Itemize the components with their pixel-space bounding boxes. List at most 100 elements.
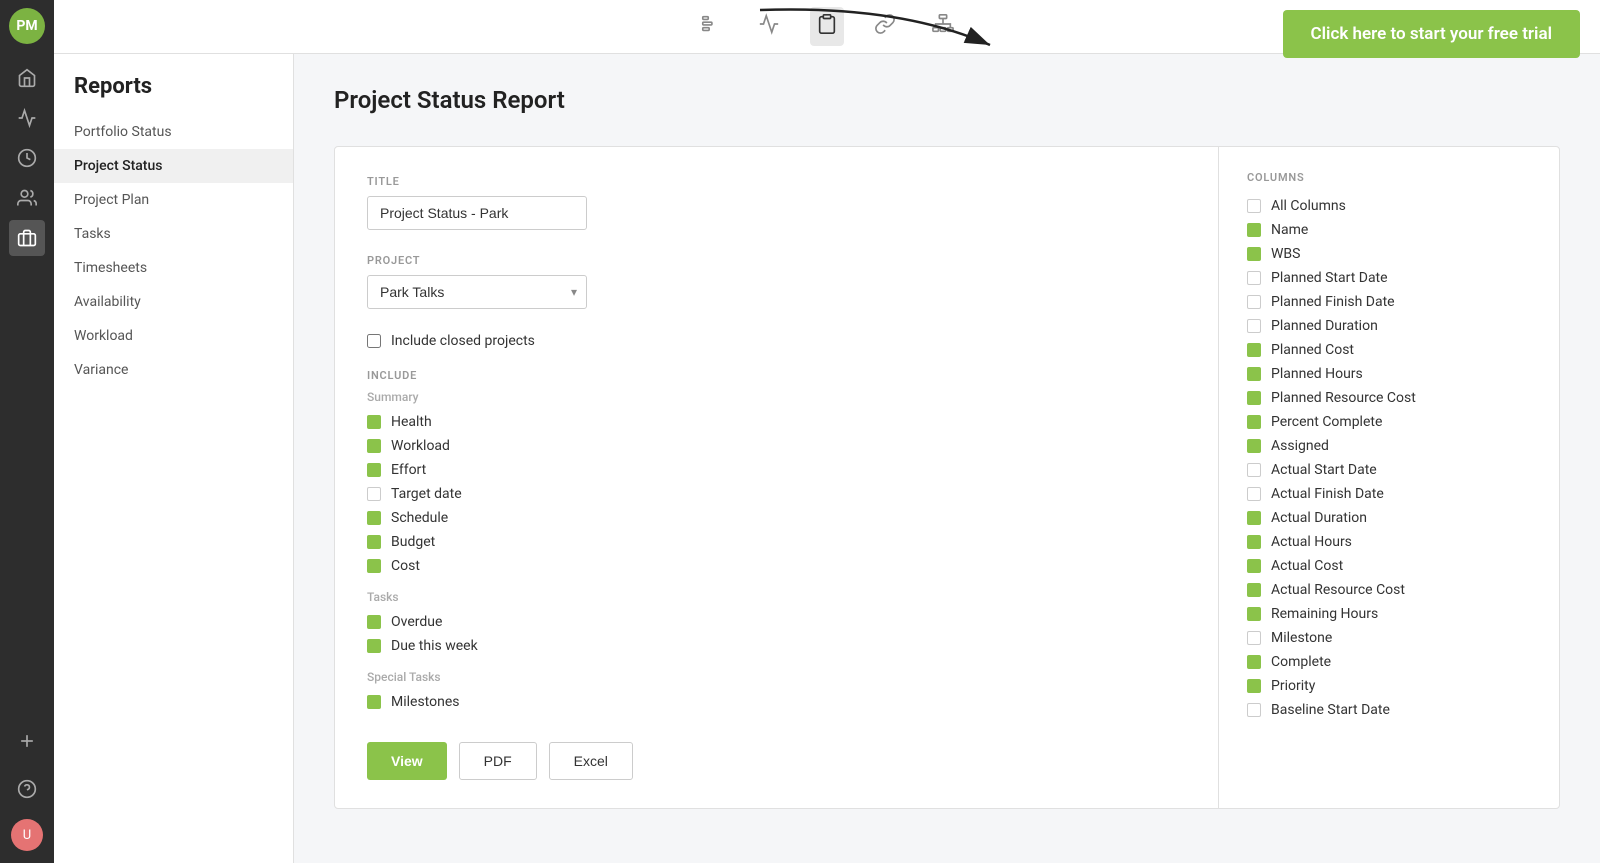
col-milestone-checkbox[interactable] (1247, 631, 1261, 645)
include-closed-label: Include closed projects (391, 333, 535, 349)
effort-label: Effort (391, 462, 426, 478)
title-field-group: TITLE (367, 175, 1186, 230)
budget-checkbox[interactable] (367, 535, 381, 549)
users-icon[interactable] (9, 180, 45, 216)
clock-icon[interactable] (9, 140, 45, 176)
col-planned-finish-row: Planned Finish Date (1247, 294, 1531, 310)
col-planned-finish-checkbox[interactable] (1247, 295, 1261, 309)
sidebar-item-timesheets[interactable]: Timesheets (54, 251, 293, 285)
col-wbs-checkbox[interactable] (1247, 247, 1261, 261)
health-checkbox[interactable] (367, 415, 381, 429)
sidebar-item-project-status[interactable]: Project Status (54, 149, 293, 183)
hierarchy-icon[interactable] (926, 7, 960, 46)
col-baseline-start-checkbox[interactable] (1247, 703, 1261, 717)
user-avatar[interactable]: U (11, 819, 43, 851)
col-actual-resource-cost-checkbox[interactable] (1247, 583, 1261, 597)
icon-bar-bottom: U (9, 723, 45, 863)
effort-checkbox[interactable] (367, 463, 381, 477)
target-date-checkbox[interactable] (367, 487, 381, 501)
include-label: INCLUDE (367, 369, 1186, 382)
sidebar-item-availability[interactable]: Availability (54, 285, 293, 319)
title-input[interactable] (367, 196, 587, 230)
all-columns-checkbox[interactable] (1247, 199, 1261, 213)
col-complete-label: Complete (1271, 654, 1331, 670)
sidebar-item-project-plan[interactable]: Project Plan (54, 183, 293, 217)
col-assigned-checkbox[interactable] (1247, 439, 1261, 453)
all-columns-label: All Columns (1271, 198, 1346, 214)
main-content: Project Status Report TITLE PROJECT Park… (294, 54, 1600, 863)
col-planned-duration-label: Planned Duration (1271, 318, 1378, 334)
col-actual-hours-label: Actual Hours (1271, 534, 1352, 550)
col-actual-finish-row: Actual Finish Date (1247, 486, 1531, 502)
col-planned-resource-cost-checkbox[interactable] (1247, 391, 1261, 405)
view-button[interactable]: View (367, 742, 447, 780)
col-planned-cost-checkbox[interactable] (1247, 343, 1261, 357)
columns-label: COLUMNS (1247, 171, 1531, 184)
workload-checkbox[interactable] (367, 439, 381, 453)
col-actual-cost-label: Actual Cost (1271, 558, 1343, 574)
col-priority-checkbox[interactable] (1247, 679, 1261, 693)
col-actual-hours-checkbox[interactable] (1247, 535, 1261, 549)
col-name-checkbox[interactable] (1247, 223, 1261, 237)
gantt-icon[interactable] (694, 7, 728, 46)
due-this-week-checkbox[interactable] (367, 639, 381, 653)
link-icon[interactable] (868, 7, 902, 46)
col-planned-cost-label: Planned Cost (1271, 342, 1354, 358)
col-actual-duration-label: Actual Duration (1271, 510, 1367, 526)
briefcase-icon[interactable] (9, 220, 45, 256)
summary-label: Summary (367, 390, 1186, 404)
col-actual-finish-checkbox[interactable] (1247, 487, 1261, 501)
overdue-row: Overdue (367, 614, 1186, 630)
milestones-checkbox[interactable] (367, 695, 381, 709)
col-percent-complete-row: Percent Complete (1247, 414, 1531, 430)
col-priority-row: Priority (1247, 678, 1531, 694)
page-title: Project Status Report (334, 86, 1560, 114)
col-planned-hours-checkbox[interactable] (1247, 367, 1261, 381)
special-tasks-label: Special Tasks (367, 670, 1186, 684)
col-name-row: Name (1247, 222, 1531, 238)
sidebar: Reports Portfolio Status Project Status … (54, 54, 294, 863)
include-closed-checkbox[interactable] (367, 334, 381, 348)
project-select-wrapper: Park Talks (367, 275, 587, 309)
overdue-checkbox[interactable] (367, 615, 381, 629)
cost-checkbox[interactable] (367, 559, 381, 573)
schedule-checkbox[interactable] (367, 511, 381, 525)
add-icon[interactable] (9, 723, 45, 759)
col-planned-start-row: Planned Start Date (1247, 270, 1531, 286)
col-planned-cost-row: Planned Cost (1247, 342, 1531, 358)
col-planned-start-checkbox[interactable] (1247, 271, 1261, 285)
col-percent-complete-checkbox[interactable] (1247, 415, 1261, 429)
pdf-button[interactable]: PDF (459, 742, 537, 780)
sidebar-item-workload[interactable]: Workload (54, 319, 293, 353)
clipboard-icon[interactable] (810, 7, 844, 46)
form-left: TITLE PROJECT Park Talks Include closed … (335, 147, 1219, 808)
col-complete-row: Complete (1247, 654, 1531, 670)
col-actual-hours-row: Actual Hours (1247, 534, 1531, 550)
help-icon[interactable] (9, 771, 45, 807)
cost-label: Cost (391, 558, 420, 574)
col-actual-cost-row: Actual Cost (1247, 558, 1531, 574)
workload-label: Workload (391, 438, 450, 454)
waveform-icon[interactable] (752, 7, 786, 46)
project-select[interactable]: Park Talks (367, 275, 587, 309)
activity-icon[interactable] (9, 100, 45, 136)
col-milestone-label: Milestone (1271, 630, 1332, 646)
workload-row: Workload (367, 438, 1186, 454)
sidebar-item-tasks[interactable]: Tasks (54, 217, 293, 251)
sidebar-item-variance[interactable]: Variance (54, 353, 293, 387)
col-remaining-hours-checkbox[interactable] (1247, 607, 1261, 621)
excel-button[interactable]: Excel (549, 742, 633, 780)
col-actual-cost-checkbox[interactable] (1247, 559, 1261, 573)
cta-banner[interactable]: Click here to start your free trial (1283, 10, 1580, 58)
col-remaining-hours-label: Remaining Hours (1271, 606, 1378, 622)
col-actual-duration-checkbox[interactable] (1247, 511, 1261, 525)
col-complete-checkbox[interactable] (1247, 655, 1261, 669)
sidebar-item-portfolio-status[interactable]: Portfolio Status (54, 115, 293, 149)
target-date-row: Target date (367, 486, 1186, 502)
col-actual-start-checkbox[interactable] (1247, 463, 1261, 477)
home-icon[interactable] (9, 60, 45, 96)
col-planned-hours-row: Planned Hours (1247, 366, 1531, 382)
effort-row: Effort (367, 462, 1186, 478)
app-logo[interactable]: PM (9, 8, 45, 44)
col-planned-duration-checkbox[interactable] (1247, 319, 1261, 333)
